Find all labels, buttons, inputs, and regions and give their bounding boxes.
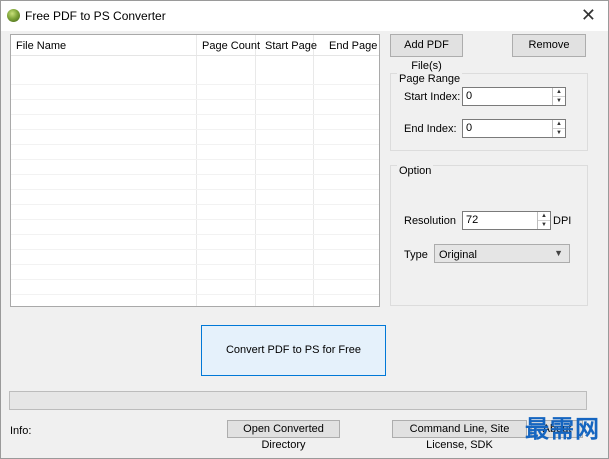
open-converted-directory-button[interactable]: Open Converted Directory (227, 420, 340, 451)
header-end-page[interactable]: End Page (329, 40, 377, 52)
end-index-spinner[interactable]: 0 ▲ ▼ (462, 119, 566, 138)
start-index-label: Start Index: (404, 91, 461, 103)
watermark: 最需网 (525, 414, 600, 443)
spin-up-icon[interactable]: ▲ (553, 88, 565, 97)
spin-up-icon[interactable]: ▲ (553, 120, 565, 129)
file-list[interactable]: File Name Page Count Start Page End Page (10, 34, 380, 307)
window-title: Free PDF to PS Converter (25, 9, 166, 23)
close-icon[interactable]: ✕ (581, 5, 596, 25)
type-select[interactable]: Original ▼ (434, 244, 570, 263)
end-index-label: End Index: (404, 123, 457, 135)
start-index-spinner[interactable]: 0 ▲ ▼ (462, 87, 566, 106)
info-label: Info: (10, 425, 32, 437)
spin-up-icon[interactable]: ▲ (538, 212, 550, 221)
spin-down-icon[interactable]: ▼ (553, 97, 565, 105)
command-line-button[interactable]: Command Line, Site License, SDK (392, 420, 527, 451)
option-group: Option Resolution 72 ▲ ▼ DPI Type Origina… (390, 165, 588, 306)
resolution-label: Resolution (404, 215, 456, 227)
app-logo-icon (7, 9, 20, 22)
spin-down-icon[interactable]: ▼ (553, 129, 565, 137)
dpi-unit-label: DPI (553, 215, 572, 227)
header-file-name[interactable]: File Name (16, 40, 66, 52)
start-index-value: 0 (466, 90, 473, 102)
remove-label: Remove (528, 39, 570, 51)
convert-label: Convert PDF to PS for Free (225, 344, 362, 356)
resolution-value: 72 (466, 214, 479, 226)
chevron-down-icon: ▼ (554, 248, 563, 258)
spin-down-icon[interactable]: ▼ (538, 221, 550, 229)
header-page-count[interactable]: Page Count (202, 40, 260, 52)
add-pdf-files-label: Add PDF File(s) (404, 39, 449, 72)
progress-bar (9, 391, 587, 410)
remove-button[interactable]: Remove (512, 34, 586, 57)
title-bar: Free PDF to PS Converter ✕ (1, 1, 608, 31)
page-range-title: Page Range (397, 73, 463, 85)
resolution-spinner[interactable]: 72 ▲ ▼ (462, 211, 551, 230)
command-line-label: Command Line, Site License, SDK (409, 423, 510, 451)
type-select-value: Original (439, 249, 477, 261)
option-title: Option (397, 165, 434, 177)
add-pdf-files-button[interactable]: Add PDF File(s) (390, 34, 463, 72)
page-range-group: Page Range Start Index: 0 ▲ ▼ End Index: … (390, 73, 588, 151)
type-label: Type (404, 249, 428, 261)
app-window: Free PDF to PS Converter ✕ File Name Pag… (0, 0, 609, 459)
end-index-value: 0 (466, 122, 473, 134)
header-start-page[interactable]: Start Page (265, 40, 317, 52)
open-dir-label: Open Converted Directory (243, 423, 324, 451)
list-header: File Name Page Count Start Page End Page (11, 35, 379, 56)
convert-button[interactable]: Convert PDF to PS for Free (201, 325, 386, 376)
